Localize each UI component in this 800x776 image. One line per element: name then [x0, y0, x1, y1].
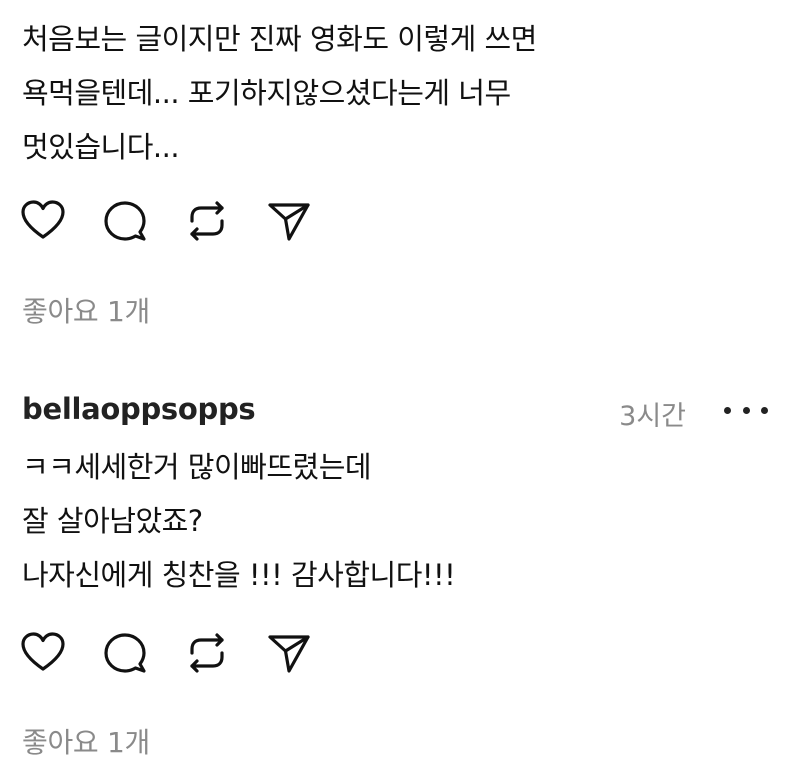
comment-body: 처음보는 글이지만 진짜 영화도 이렇게 쓰면 욕먹을텐데... 포기하지않으셨…	[0, 12, 537, 174]
repost-icon	[190, 201, 224, 241]
timestamp: 3시간	[619, 401, 686, 432]
comment-line: 나자신에게 칭찬을 !!! 감사합니다!!!	[22, 558, 456, 592]
action-bar	[18, 628, 346, 678]
heart-icon	[21, 200, 65, 239]
action-bar	[18, 196, 346, 246]
like-button[interactable]	[18, 628, 68, 678]
repost-button[interactable]	[182, 628, 232, 678]
repost-button[interactable]	[182, 196, 232, 246]
speech-bubble-icon	[104, 633, 146, 673]
comment-line: 처음보는 글이지만 진짜 영화도 이렇게 쓰면	[22, 22, 537, 56]
heart-icon	[21, 632, 65, 671]
comment-line: 욕먹을텐데... 포기하지않으셨다는게 너무	[22, 76, 511, 110]
share-button[interactable]	[264, 196, 314, 246]
reply-button[interactable]	[100, 628, 150, 678]
like-count[interactable]: 좋아요 1개	[22, 290, 150, 330]
username[interactable]: bellaoppsopps	[22, 392, 256, 426]
more-options-button[interactable]	[724, 400, 768, 420]
comment-line: 잘 살아남았죠?	[22, 504, 203, 538]
comment-line: 멋있습니다...	[22, 130, 180, 164]
like-count[interactable]: 좋아요 1개	[22, 721, 150, 761]
send-icon	[268, 635, 310, 673]
comment-line: ㅋㅋ세세한거 많이빠뜨렸는데	[22, 450, 372, 484]
speech-bubble-icon	[104, 201, 146, 241]
more-horizontal-icon	[724, 406, 731, 414]
send-icon	[268, 203, 310, 241]
reply-button[interactable]	[100, 196, 150, 246]
comment-header: bellaoppsopps 3시간	[0, 384, 800, 436]
like-button[interactable]	[18, 196, 68, 246]
repost-icon	[190, 633, 224, 673]
share-button[interactable]	[264, 628, 314, 678]
comment-body: ㅋㅋ세세한거 많이빠뜨렸는데 잘 살아남았죠? 나자신에게 칭찬을 !!! 감사…	[0, 440, 456, 602]
